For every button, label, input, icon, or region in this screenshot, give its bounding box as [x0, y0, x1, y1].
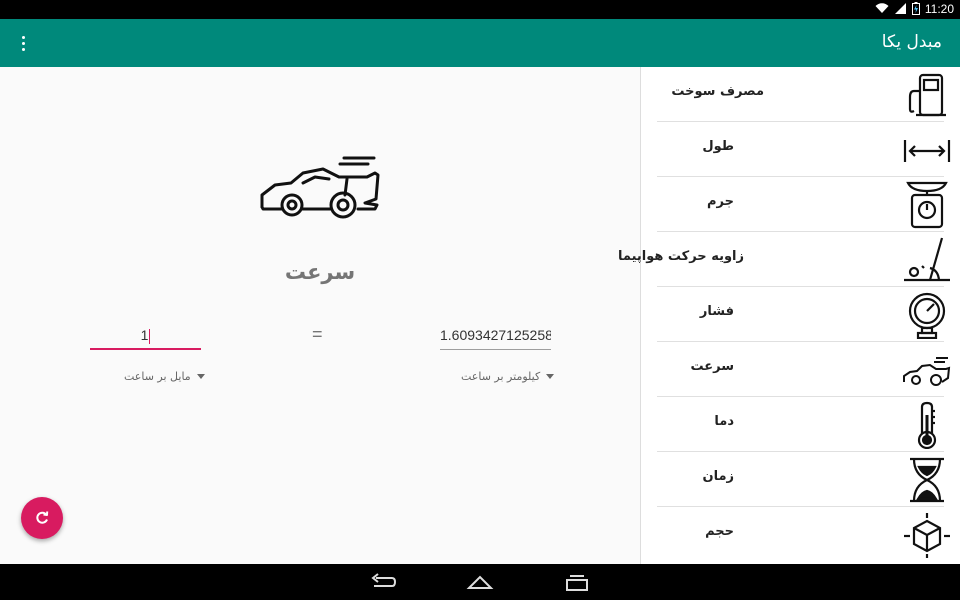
recents-icon[interactable] — [564, 572, 590, 592]
app-bar: مبدل یکا — [0, 19, 960, 67]
angle-icon — [904, 237, 950, 282]
sidebar-item-temperature[interactable]: دما — [657, 397, 944, 452]
converter-panel: سرعت 1 = 1.6093427125258 مایل بر ساعت کی… — [0, 67, 640, 564]
status-time: 11:20 — [924, 2, 954, 16]
thermometer-icon — [917, 401, 937, 449]
home-icon[interactable] — [466, 572, 494, 592]
more-vert-icon[interactable] — [12, 31, 34, 55]
sidebar-item-speed[interactable]: سرعت — [657, 342, 951, 397]
volume-cube-icon — [904, 513, 950, 558]
sidebar-item-label: فشار — [699, 304, 734, 319]
signal-icon — [895, 3, 906, 14]
battery-charging-icon — [912, 2, 920, 15]
hourglass-icon — [910, 457, 944, 503]
to-unit-label: کیلومتر بر ساعت — [461, 370, 541, 383]
race-car-icon — [260, 156, 380, 219]
sidebar-item-label: زاویه حرکت هواپیما — [617, 249, 744, 264]
refresh-icon — [36, 511, 49, 524]
sidebar-item-label: زمان — [702, 469, 734, 484]
fuel-pump-icon — [908, 73, 946, 117]
status-icons — [875, 2, 920, 15]
unit-title: سرعت — [284, 260, 356, 284]
sidebar-item-label: حجم — [705, 524, 734, 539]
back-icon[interactable] — [370, 572, 396, 592]
sidebar-item-time[interactable]: زمان — [657, 452, 944, 507]
dropdown-arrow-icon — [196, 374, 205, 379]
sidebar-item-volume[interactable]: حجم — [657, 507, 950, 562]
from-unit-select[interactable]: مایل بر ساعت — [124, 370, 205, 383]
status-bar: 11:20 — [0, 0, 960, 19]
sidebar-item-fuel[interactable]: مصرف سوخت — [657, 67, 946, 122]
navigation-bar — [0, 564, 960, 600]
from-unit-label: مایل بر ساعت — [124, 370, 191, 383]
equals-sign: = — [312, 324, 323, 344]
sidebar-item-angle[interactable]: زاویه حرکت هواپیما — [618, 232, 950, 287]
pressure-gauge-icon — [908, 292, 946, 339]
from-value-input[interactable]: 1 — [90, 322, 201, 350]
to-unit-select[interactable]: کیلومتر بر ساعت — [461, 370, 555, 383]
from-value-text: 1 — [140, 327, 149, 343]
text-caret — [149, 328, 151, 344]
sidebar-item-pressure[interactable]: فشار — [657, 287, 946, 342]
dropdown-arrow-icon — [546, 374, 555, 379]
race-car-icon — [903, 357, 951, 386]
unit-category-list: مصرف سوخت طول جرم زاویه حرکت هواپیما فشا… — [618, 67, 960, 564]
sidebar-item-label: سرعت — [690, 359, 734, 374]
app-title: مبدل یکا — [881, 32, 942, 52]
sidebar-item-mass[interactable]: جرم — [657, 177, 948, 232]
sidebar-item-length[interactable]: طول — [657, 122, 951, 177]
sidebar-item-label: دما — [714, 414, 734, 429]
sidebar-item-label: طول — [702, 139, 734, 154]
length-arrow-icon — [903, 140, 951, 162]
wifi-icon — [875, 3, 889, 14]
sidebar-item-label: جرم — [707, 194, 734, 209]
sidebar-item-label: مصرف سوخت — [671, 84, 764, 99]
to-value-input[interactable]: 1.6093427125258 — [440, 322, 551, 350]
scale-icon — [906, 181, 948, 229]
refresh-button[interactable] — [21, 497, 63, 539]
